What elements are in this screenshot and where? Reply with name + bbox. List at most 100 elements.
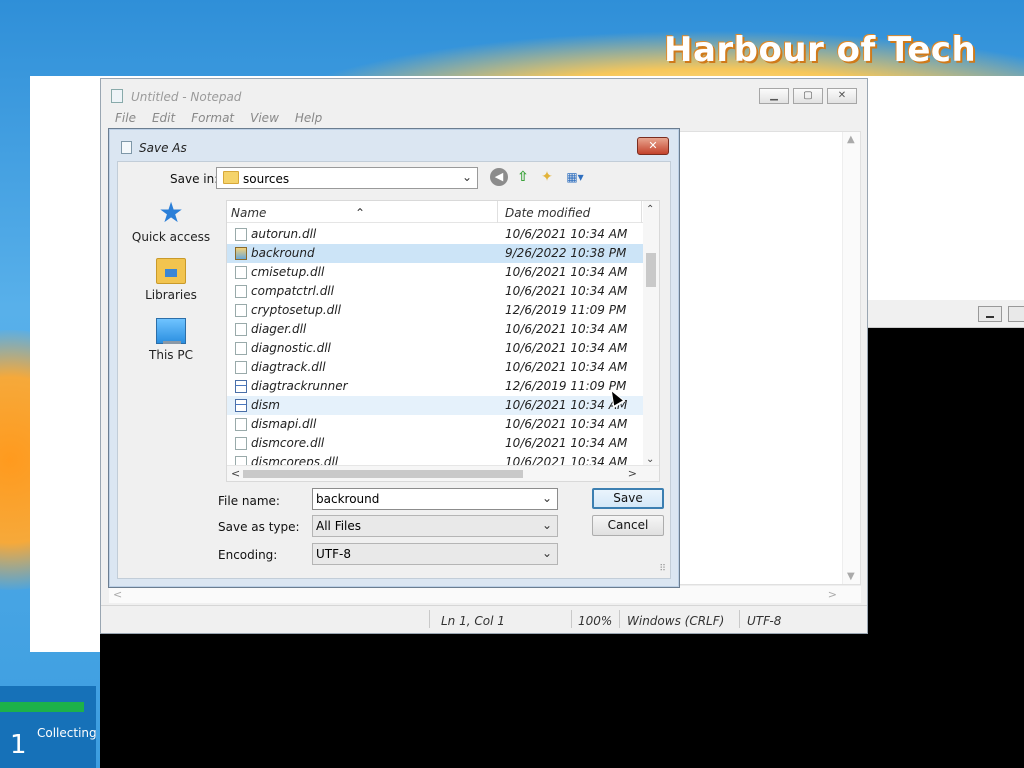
file-date-modified: 10/6/2021 10:34 AM [505,360,628,374]
save-as-dialog: Save As ✕ Save in: sources ⌄ ◀ ⇧ ✦ ▦▾ ★ … [108,128,680,588]
file-name: dismapi.dll [251,417,317,431]
column-date-modified[interactable]: Date modified [505,206,590,220]
minimize-button[interactable]: ▁ [759,88,789,104]
place-this-pc[interactable]: This PC [124,318,218,362]
file-date-modified: 10/6/2021 10:34 AM [505,322,628,336]
dll-file-icon [235,323,247,336]
back-icon[interactable]: ◀ [490,168,508,186]
file-list[interactable]: ⌃ Name Date modified Ty autorun.dll 10/6/… [226,200,660,482]
encoding-label: Encoding: [218,548,278,562]
status-bar: Ln 1, Col 1 100% Windows (CRLF) UTF-8 [101,605,867,633]
file-row[interactable]: backround9/26/2022 10:38 PMBi [227,244,659,263]
menu-file[interactable]: File [115,111,136,125]
file-row[interactable]: diagtrack.dll10/6/2021 10:34 AMAp [227,358,659,377]
encoding-dropdown[interactable]: UTF-8 ⌄ [312,543,558,565]
file-row[interactable]: dismcore.dll10/6/2021 10:34 AMAp [227,434,659,453]
dialog-title: Save As [139,141,187,155]
zoom-level: 100% [578,614,613,628]
file-list-horizontal-scrollbar[interactable]: < > [227,465,659,481]
menu-help[interactable]: Help [295,111,322,125]
dll-file-icon [235,228,247,241]
menu-edit[interactable]: Edit [152,111,175,125]
file-row[interactable]: cryptosetup.dll12/6/2019 11:09 PMAp [227,301,659,320]
application-icon [235,399,247,412]
file-row[interactable]: diagnostic.dll10/6/2021 10:34 AMAp [227,339,659,358]
new-folder-icon[interactable]: ✦ [538,168,556,186]
close-button[interactable]: ✕ [637,137,669,155]
chevron-down-icon[interactable]: ⌄ [542,491,552,505]
minimize-button[interactable] [978,306,1002,322]
watermark: Harbour of Tech [664,30,977,70]
setup-progress-bar [0,702,84,712]
file-name: dism [251,398,280,412]
dll-file-icon [235,342,247,355]
close-button[interactable]: ✕ [827,88,857,104]
setup-step-number: 1 [10,730,27,760]
file-row[interactable]: autorun.dll10/6/2021 10:34 AMAp [227,225,659,244]
place-libraries[interactable]: Libraries [124,258,218,302]
file-row[interactable]: dismapi.dll10/6/2021 10:34 AMAp [227,415,659,434]
cancel-button[interactable]: Cancel [592,515,664,536]
column-name[interactable]: Name [231,206,266,220]
file-name-label: File name: [218,494,280,508]
file-name: autorun.dll [251,227,317,241]
vertical-scrollbar[interactable]: ▲ ▼ [842,132,860,584]
save-in-dropdown[interactable]: sources ⌄ [216,167,478,189]
save-as-type-value: All Files [316,519,362,533]
file-date-modified: 10/6/2021 10:34 AM [505,417,628,431]
file-name-field[interactable]: backround ⌄ [312,488,558,510]
file-list-vertical-scrollbar[interactable]: ⌃ ⌄ [643,201,659,467]
save-button[interactable]: Save [592,488,664,509]
menu-format[interactable]: Format [191,111,234,125]
file-row[interactable]: diager.dll10/6/2021 10:34 AMAp [227,320,659,339]
image-file-icon [235,247,247,260]
place-quick-access[interactable]: ★ Quick access [124,196,218,245]
file-name: backround [251,246,315,260]
scroll-up-icon[interactable]: ▲ [847,134,855,145]
scroll-down-icon[interactable]: ▼ [847,571,855,582]
save-as-type-dropdown[interactable]: All Files ⌄ [312,515,558,537]
chevron-down-icon[interactable]: ⌄ [646,454,654,465]
scroll-right-icon[interactable]: > [828,588,837,601]
scroll-left-icon[interactable]: < [113,588,122,601]
column-divider[interactable] [497,201,498,223]
resize-grip-icon[interactable]: ⠿ [659,564,666,574]
notepad-icon [121,141,132,154]
scrollbar-thumb[interactable] [646,253,656,287]
file-row[interactable]: diagtrackrunner12/6/2019 11:09 PMAp [227,377,659,396]
file-name: diagnostic.dll [251,341,331,355]
up-folder-icon[interactable]: ⇧ [514,168,532,186]
chevron-right-icon[interactable]: > [628,467,637,480]
column-header: ⌃ Name Date modified Ty [227,201,659,223]
status-divider [429,610,430,628]
file-row[interactable]: compatctrl.dll10/6/2021 10:34 AMAp [227,282,659,301]
view-menu-icon[interactable]: ▦▾ [562,168,588,186]
notepad-titlebar: Untitled - Notepad ▁ ▢ ✕ [101,79,867,109]
place-label: This PC [149,348,193,362]
encoding-value: UTF-8 [316,547,351,561]
column-divider[interactable] [641,201,642,223]
save-in-value: sources [243,172,290,186]
dll-file-icon [235,361,247,374]
status-divider [739,610,740,628]
menu-view[interactable]: View [250,111,279,125]
file-rows: autorun.dll10/6/2021 10:34 AMApbackround… [227,225,659,472]
chevron-down-icon: ⌄ [461,170,472,184]
places-bar: ★ Quick access Libraries This PC [124,196,218,500]
file-name-value: backround [316,492,380,506]
place-label: Quick access [131,230,211,244]
maximize-button[interactable] [1008,306,1024,322]
file-row[interactable]: dism10/6/2021 10:34 AMAp [227,396,659,415]
application-icon [235,380,247,393]
dll-file-icon [235,418,247,431]
file-name: diagtrackrunner [251,379,348,393]
setup-step-label: Collecting [37,726,97,740]
chevron-up-icon[interactable]: ⌃ [646,204,654,215]
star-icon: ★ [158,196,184,229]
scrollbar-thumb[interactable] [243,470,523,478]
file-row[interactable]: cmisetup.dll10/6/2021 10:34 AMAp [227,263,659,282]
file-date-modified: 10/6/2021 10:34 AM [505,265,628,279]
status-divider [571,610,572,628]
chevron-left-icon[interactable]: < [231,467,240,480]
maximize-button[interactable]: ▢ [793,88,823,104]
